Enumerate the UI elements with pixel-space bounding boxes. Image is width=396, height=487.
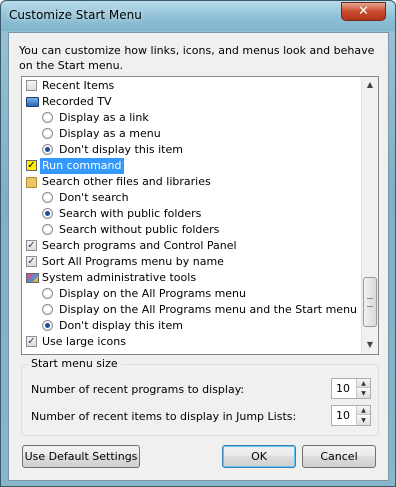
radio-unselected[interactable] bbox=[42, 288, 53, 299]
start-menu-size-group: Start menu size Number of recent program… bbox=[21, 357, 379, 436]
scroll-down-arrow-icon[interactable]: ▼ bbox=[362, 337, 378, 353]
radio-unselected[interactable] bbox=[42, 128, 53, 139]
list-item-label: Don't search bbox=[59, 191, 129, 204]
list-item-label: Search without public folders bbox=[59, 223, 220, 236]
list-item-don-t-search[interactable]: Don't search bbox=[22, 190, 360, 206]
customize-start-menu-dialog: Customize Start Menu ✕ You can customize… bbox=[0, 0, 396, 487]
list-item-label: Sort All Programs menu by name bbox=[42, 255, 224, 268]
radio-unselected[interactable] bbox=[42, 192, 53, 203]
list-scrollbar[interactable]: ▲ ▼ bbox=[361, 77, 378, 354]
checkbox-checked[interactable]: ✓ bbox=[26, 160, 37, 171]
list-item-label: Search with public folders bbox=[59, 207, 202, 220]
list-item-display-as-a-link[interactable]: Display as a link bbox=[22, 110, 360, 126]
list-item-label: Display on the All Programs menu and the… bbox=[59, 303, 358, 316]
list-item-sort-all-programs-menu-by-name[interactable]: ✓ Sort All Programs menu by name bbox=[22, 254, 360, 270]
radio-unselected[interactable] bbox=[42, 112, 53, 123]
list-item-search-without-public-folders[interactable]: Search without public folders bbox=[22, 222, 360, 238]
list-item-search-other-files-and-libraries: Search other files and libraries bbox=[22, 174, 360, 190]
list-item-label: Recorded TV bbox=[42, 95, 112, 108]
title-bar[interactable]: Customize Start Menu ✕ bbox=[1, 1, 395, 31]
list-item-label: Display on the All Programs menu bbox=[59, 287, 246, 300]
checkbox-checked[interactable]: ✓ bbox=[26, 240, 37, 251]
jump-list-items-label: Number of recent items to display in Jum… bbox=[31, 410, 297, 423]
list-item-display-as-a-menu[interactable]: Display as a menu bbox=[22, 126, 360, 142]
list-item-label: Display as a link bbox=[59, 111, 149, 124]
checkbox-checked[interactable]: ✓ bbox=[26, 256, 37, 267]
tv-icon bbox=[26, 97, 39, 107]
radio-selected[interactable] bbox=[42, 208, 53, 219]
list-item-label: Don't display this item bbox=[59, 143, 183, 156]
list-item-recent-items[interactable]: Recent Items bbox=[22, 78, 360, 94]
start-menu-size-title: Start menu size bbox=[28, 357, 121, 370]
list-item-recorded-tv: Recorded TV bbox=[22, 94, 360, 110]
checkbox-checked[interactable]: ✓ bbox=[26, 336, 37, 347]
jump-list-items-value[interactable]: 10 bbox=[336, 409, 350, 422]
radio-unselected[interactable] bbox=[42, 224, 53, 235]
list-item-system-administrative-tools: System administrative tools bbox=[22, 270, 360, 286]
list-item-label: Run command bbox=[40, 158, 124, 174]
radio-unselected[interactable] bbox=[42, 304, 53, 315]
close-icon: ✕ bbox=[358, 4, 369, 19]
jump-list-up-icon[interactable]: ▲ bbox=[357, 406, 370, 415]
recent-programs-up-icon[interactable]: ▲ bbox=[357, 379, 370, 388]
radio-selected[interactable] bbox=[42, 320, 53, 331]
list-item-don-t-display-this-item[interactable]: Don't display this item bbox=[22, 318, 360, 334]
start-menu-options-list[interactable]: Recent Items Recorded TV Display as a link… bbox=[21, 76, 379, 355]
list-item-search-programs-and-control-panel[interactable]: ✓ Search programs and Control Panel bbox=[22, 238, 360, 254]
cancel-button[interactable]: Cancel bbox=[302, 445, 376, 468]
admin-tools-icon bbox=[26, 273, 39, 283]
window-title: Customize Start Menu bbox=[9, 8, 142, 22]
jump-list-spin-buttons: ▲ ▼ bbox=[356, 406, 370, 425]
dialog-body: You can customize how links, icons, and … bbox=[8, 32, 389, 481]
list-item-label: Search programs and Control Panel bbox=[42, 239, 237, 252]
list-item-display-on-the-all-programs-menu[interactable]: Display on the All Programs menu bbox=[22, 286, 360, 302]
jump-list-down-icon[interactable]: ▼ bbox=[357, 416, 370, 425]
scroll-up-arrow-icon[interactable]: ▲ bbox=[362, 77, 378, 93]
list-item-display-on-the-all-programs-menu-and-the-start-menu[interactable]: Display on the All Programs menu and the… bbox=[22, 302, 360, 318]
scroll-thumb[interactable] bbox=[363, 277, 377, 327]
jump-list-items-stepper[interactable]: 10 ▲ ▼ bbox=[331, 405, 371, 426]
folder-icon bbox=[26, 177, 37, 188]
recent-programs-down-icon[interactable]: ▼ bbox=[357, 389, 370, 398]
list-item-search-with-public-folders[interactable]: Search with public folders bbox=[22, 206, 360, 222]
recent-programs-label: Number of recent programs to display: bbox=[31, 383, 245, 396]
recent-programs-value[interactable]: 10 bbox=[336, 382, 350, 395]
list-item-run-command[interactable]: ✓ Run command bbox=[22, 158, 360, 174]
list-item-use-large-icons[interactable]: ✓ Use large icons bbox=[22, 334, 360, 350]
recent-programs-spin-buttons: ▲ ▼ bbox=[356, 379, 370, 398]
list-item-don-t-display-this-item[interactable]: Don't display this item bbox=[22, 142, 360, 158]
checkbox-unchecked[interactable] bbox=[26, 80, 37, 91]
close-button[interactable]: ✕ bbox=[341, 2, 386, 21]
list-item-label: Don't display this item bbox=[59, 319, 183, 332]
ok-button[interactable]: OK bbox=[222, 445, 296, 468]
list-item-label: Display as a menu bbox=[59, 127, 161, 140]
recent-programs-stepper[interactable]: 10 ▲ ▼ bbox=[331, 378, 371, 399]
list-item-label: System administrative tools bbox=[42, 271, 197, 284]
list-item-label: Search other files and libraries bbox=[42, 175, 211, 188]
radio-selected[interactable] bbox=[42, 144, 53, 155]
intro-text: You can customize how links, icons, and … bbox=[19, 44, 375, 72]
list-item-label: Recent Items bbox=[42, 79, 115, 92]
list-item-label: Use large icons bbox=[42, 335, 126, 348]
use-default-settings-button[interactable]: Use Default Settings bbox=[22, 445, 140, 468]
